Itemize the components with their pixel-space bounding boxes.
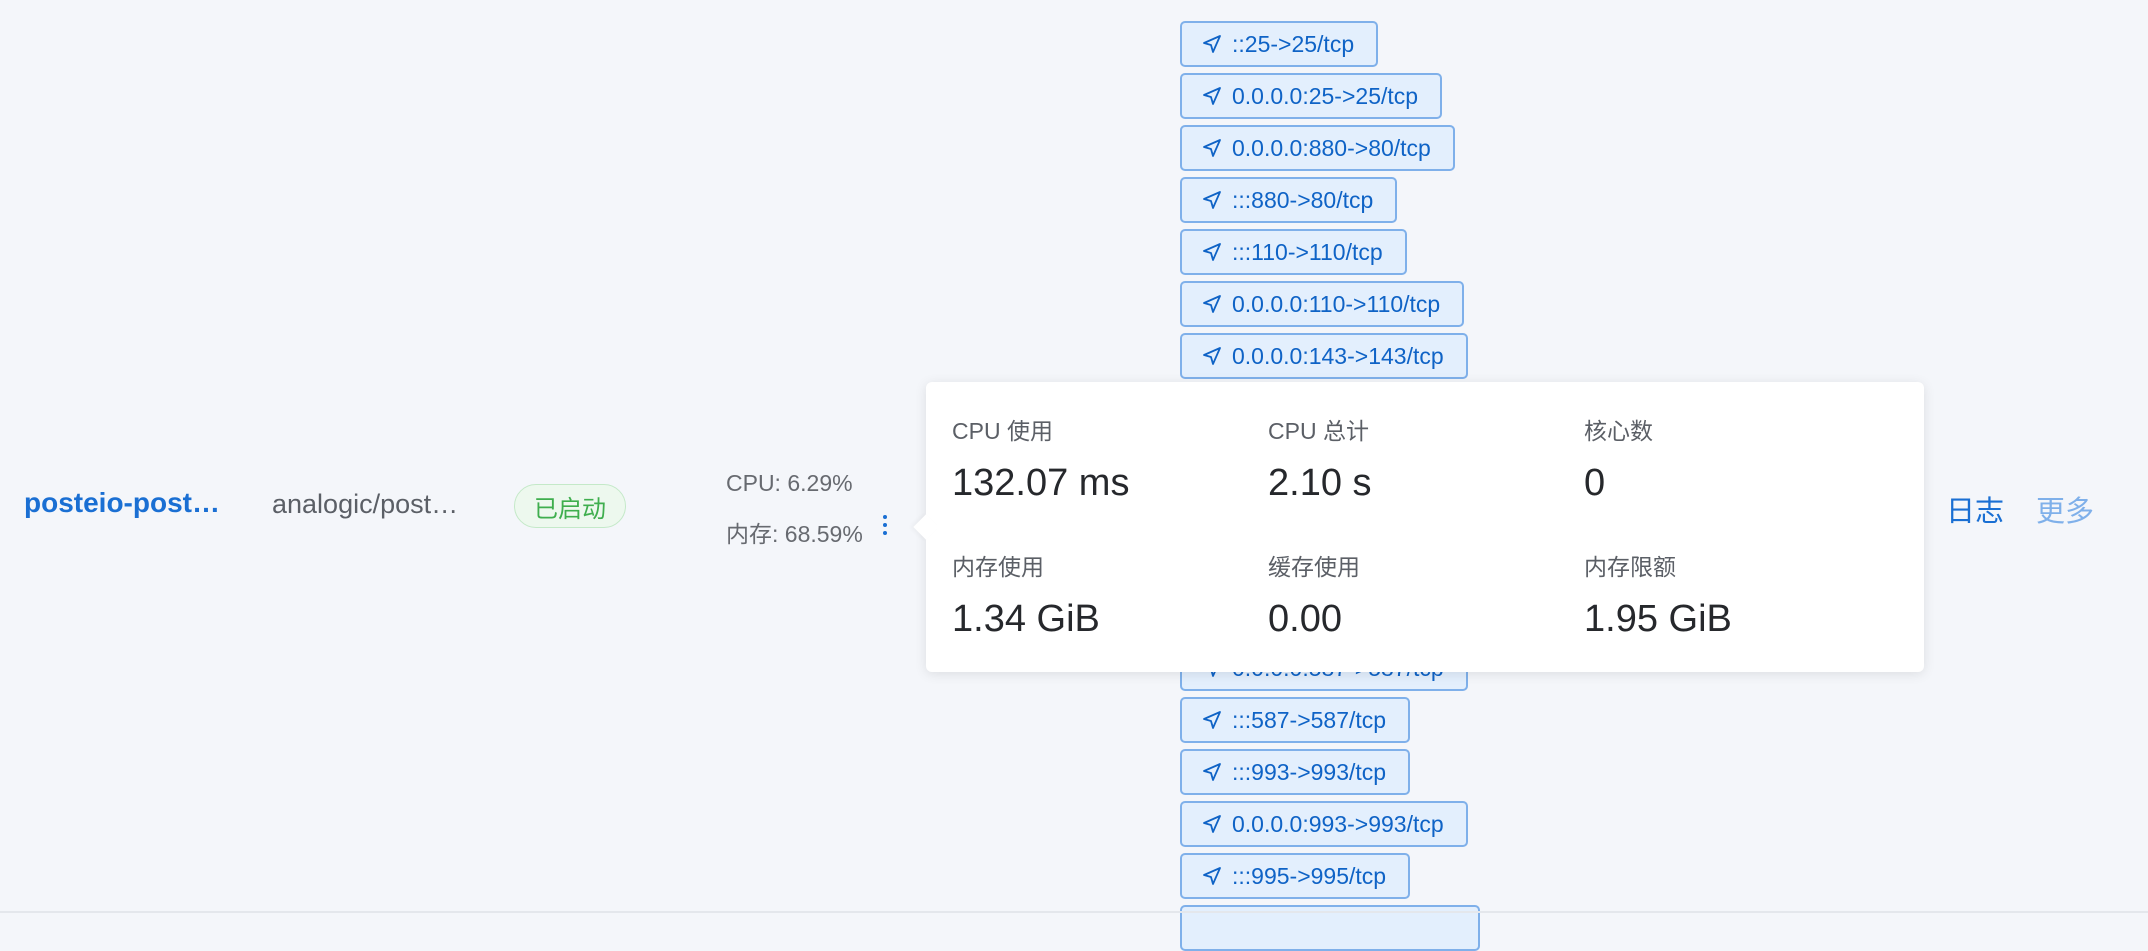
send-arrow-icon xyxy=(1203,139,1221,157)
send-arrow-icon xyxy=(1203,243,1221,261)
port-label: 0.0.0.0:143->143/tcp xyxy=(1232,342,1444,369)
metric-label: CPU 总计 xyxy=(1268,418,1369,444)
port-tag[interactable]: 0.0.0.0:25->25/tcp xyxy=(1180,73,1443,119)
port-label: :::995->995/tcp xyxy=(1232,862,1387,889)
metric-value: 2.10 s xyxy=(1268,462,1372,504)
kebab-menu-icon[interactable] xyxy=(880,515,890,541)
popover-arrow xyxy=(913,514,939,540)
more-button[interactable]: 更多 xyxy=(2036,488,2094,530)
port-tag[interactable]: 0.0.0.0:143->143/tcp xyxy=(1180,333,1468,379)
port-tag[interactable]: 0.0.0.0:993->993/tcp xyxy=(1180,801,1468,847)
port-tag[interactable]: :::110->110/tcp xyxy=(1180,229,1407,275)
send-arrow-icon xyxy=(1203,35,1221,53)
metric-cache-usage: 缓存使用 0.00 xyxy=(1268,548,1568,641)
metric-label: CPU 使用 xyxy=(952,418,1053,444)
send-arrow-icon xyxy=(1203,191,1221,209)
port-label: 0.0.0.0:880->80/tcp xyxy=(1232,134,1431,161)
metric-value: 1.95 GiB xyxy=(1584,598,1732,640)
metric-label: 缓存使用 xyxy=(1268,554,1360,580)
metric-cpu-usage: CPU 使用 132.07 ms xyxy=(952,412,1252,505)
stats-popover: CPU 使用 132.07 ms CPU 总计 2.10 s 核心数 0 内存使… xyxy=(913,382,1924,672)
port-label: :::880->80/tcp xyxy=(1232,186,1374,213)
metric-value: 1.34 GiB xyxy=(952,598,1100,640)
send-arrow-icon xyxy=(1203,815,1221,833)
metric-label: 核心数 xyxy=(1584,418,1653,444)
metric-value: 0.00 xyxy=(1268,598,1342,640)
port-tag[interactable]: :::993->993/tcp xyxy=(1180,749,1411,795)
port-label: 0.0.0.0:25->25/tcp xyxy=(1232,82,1419,109)
metric-memory-limit: 内存限额 1.95 GiB xyxy=(1584,548,1884,641)
container-image: analogic/poste.io xyxy=(272,489,462,519)
port-tag[interactable]: 0.0.0.0:110->110/tcp xyxy=(1180,281,1465,327)
container-name-link[interactable]: posteio-postfix xyxy=(24,487,224,519)
port-tag[interactable]: 0.0.0.0:880->80/tcp xyxy=(1180,125,1455,171)
table-bottom-border xyxy=(0,911,2148,913)
status-badge: 已启动 xyxy=(514,484,626,528)
port-tag[interactable]: :::587->587/tcp xyxy=(1180,697,1411,743)
memory-usage-text: 内存: 68.59% xyxy=(726,521,863,547)
metric-label: 内存使用 xyxy=(952,554,1044,580)
port-label: :::587->587/tcp xyxy=(1232,706,1387,733)
port-label: 0.0.0.0:110->110/tcp xyxy=(1232,290,1441,317)
metric-cpu-total: CPU 总计 2.10 s xyxy=(1268,412,1568,505)
metric-cores: 核心数 0 xyxy=(1584,412,1884,505)
metric-value: 132.07 ms xyxy=(952,462,1130,504)
send-arrow-icon xyxy=(1203,867,1221,885)
send-arrow-icon xyxy=(1203,711,1221,729)
log-button[interactable]: 日志 xyxy=(1946,488,2004,530)
metric-value: 0 xyxy=(1584,462,1606,504)
port-tag[interactable]: :::995->995/tcp xyxy=(1180,853,1411,899)
send-arrow-icon xyxy=(1203,87,1221,105)
send-arrow-icon xyxy=(1203,763,1221,781)
port-tag[interactable]: :::880->80/tcp xyxy=(1180,177,1398,223)
port-label: :::110->110/tcp xyxy=(1232,238,1383,265)
metric-label: 内存限额 xyxy=(1584,554,1676,580)
port-tag[interactable]: ::25->25/tcp xyxy=(1180,21,1379,67)
send-arrow-icon xyxy=(1203,347,1221,365)
port-label: 0.0.0.0:993->993/tcp xyxy=(1232,810,1444,837)
send-arrow-icon xyxy=(1203,295,1221,313)
port-label: :::993->993/tcp xyxy=(1232,758,1387,785)
cpu-usage-text: CPU: 6.29% xyxy=(726,470,853,496)
metric-memory-usage: 内存使用 1.34 GiB xyxy=(952,548,1252,641)
port-label: ::25->25/tcp xyxy=(1232,30,1355,57)
